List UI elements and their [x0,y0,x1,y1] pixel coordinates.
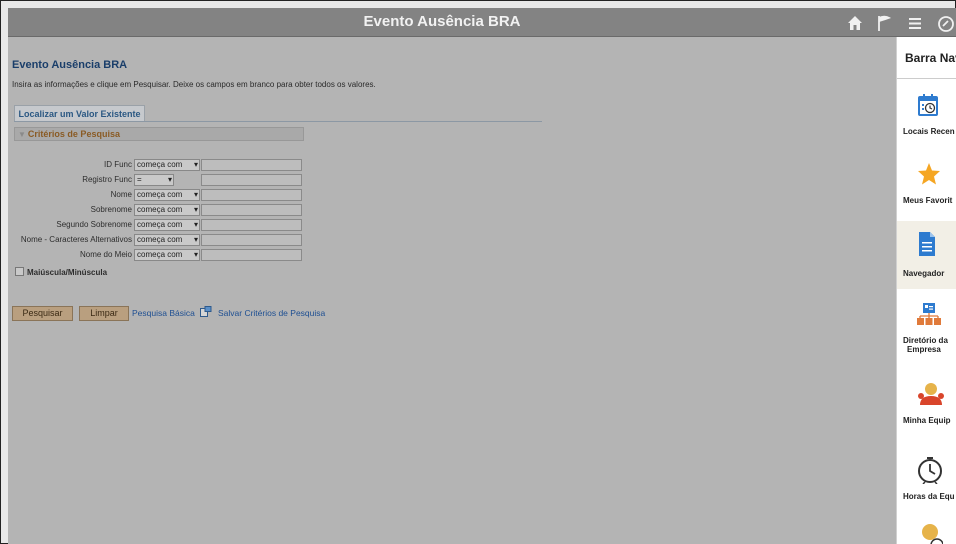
operator-select[interactable]: começa com ▾ [134,249,200,261]
registro-func-input[interactable] [201,174,302,186]
nav-item-navigator[interactable]: Navegador [897,221,956,289]
star-icon [918,163,940,185]
operator-select[interactable]: começa com ▾ [134,159,200,171]
home-icon[interactable] [846,14,864,32]
nav-item-recent-places[interactable]: Locais Recen [897,83,956,151]
search-page: Evento Ausência BRA Insira as informaçõe… [8,37,896,544]
operator-value: começa com [137,190,183,199]
case-sensitive-row: Maiúscula/Minúscula [15,267,107,277]
clear-button[interactable]: Limpar [79,306,129,321]
search-criteria-header[interactable]: ▼ Critérios de Pesquisa [14,127,304,141]
field-label: ID Func [103,160,132,169]
tab-divider [14,121,542,122]
field-row-nome-do-meio: Nome do Meio começa com ▾ [8,249,308,261]
operator-value: começa com [137,250,183,259]
chevron-down-icon: ▾ [193,250,198,259]
nav-label: Navegador [903,269,945,278]
operator-value: começa com [137,205,183,214]
case-sensitive-label: Maiúscula/Minúscula [27,268,108,277]
nome-alternativo-input[interactable] [201,234,302,246]
page-title: Evento Ausência BRA [12,59,128,71]
nav-item-my-team[interactable]: Minha Equip [897,372,956,440]
field-label: Segundo Sobrenome [56,220,132,229]
org-chart-icon [917,303,941,325]
nav-item-favorites[interactable]: Meus Favorit [897,152,956,220]
case-sensitive-checkbox[interactable] [15,267,24,276]
menu-icon[interactable] [906,14,924,32]
operator-value: = [137,175,142,184]
collapse-triangle-icon[interactable]: ▼ [18,130,26,139]
field-label: Nome - Caracteres Alternativos [20,235,132,244]
operator-select[interactable]: começa com ▾ [134,234,200,246]
banner-title: Evento Ausência BRA [363,13,521,30]
document-icon [919,232,935,256]
chevron-down-icon: ▾ [193,160,198,169]
field-label: Registro Func [82,175,132,184]
field-row-sobrenome: Sobrenome começa com ▾ [8,204,308,216]
nav-bar-panel: Barra Nav Locais Recen Meus Favorit Nave… [896,37,956,544]
chevron-down-icon: ▾ [167,175,172,184]
nome-input[interactable] [201,189,302,201]
tab-find-existing-value[interactable]: Localizar um Valor Existente [14,105,145,122]
nome-do-meio-input[interactable] [201,249,302,261]
chevron-down-icon: ▾ [193,235,198,244]
field-row-segundo-sobrenome: Segundo Sobrenome começa com ▾ [8,219,308,231]
segundo-sobrenome-input[interactable] [201,219,302,231]
operator-select[interactable]: = ▾ [134,174,174,186]
header-banner: Evento Ausência BRA [8,8,956,37]
operator-value: começa com [137,220,183,229]
field-label: Sobrenome [90,205,132,214]
field-label: Nome [110,190,132,199]
nav-label: Locais Recen [903,127,955,136]
nav-label: Meus Favorit [903,196,953,205]
field-row-nome-alternativo: Nome - Caracteres Alternativos começa co… [8,234,308,246]
basic-search-link[interactable]: Pesquisa Básica [132,308,195,318]
operator-select[interactable]: começa com ▾ [134,219,200,231]
nav-item-partial[interactable] [897,517,956,544]
operator-value: começa com [137,160,183,169]
field-label: Nome do Meio [79,250,132,259]
nav-label: Minha Equip [903,416,951,425]
search-button[interactable]: Pesquisar [12,306,73,321]
save-criteria-icon[interactable] [200,304,212,317]
navbar-icon[interactable] [936,14,954,32]
operator-select[interactable]: começa com ▾ [134,204,200,216]
sobrenome-input[interactable] [201,204,302,216]
field-row-nome: Nome começa com ▾ [8,189,308,201]
nav-label-line2: Empresa [907,345,941,354]
instructions-text: Insira as informações e clique em Pesqui… [12,80,376,89]
field-row-registro-func: Registro Func = ▾ [8,174,308,186]
nav-label: Diretório da [903,336,948,345]
operator-select[interactable]: começa com ▾ [134,189,200,201]
person-icon [922,524,943,544]
flag-icon[interactable] [876,14,894,32]
id-func-input[interactable] [201,159,302,171]
navbar-title: Barra Nav [905,51,956,65]
field-row-id-func: ID Func começa com ▾ [8,159,308,171]
clock-icon [918,457,942,484]
save-search-criteria-link[interactable]: Salvar Critérios de Pesquisa [218,308,325,318]
team-icon [918,383,944,405]
chevron-down-icon: ▾ [193,205,198,214]
nav-item-team-hours[interactable]: Horas da Equ [897,446,956,514]
nav-item-company-directory[interactable]: Diretório da Empresa [897,292,956,360]
chevron-down-icon: ▾ [193,190,198,199]
section-label: Critérios de Pesquisa [27,129,120,139]
nav-label: Horas da Equ [903,492,955,501]
chevron-down-icon: ▾ [193,220,198,229]
operator-value: começa com [137,235,183,244]
calendar-clock-icon [918,94,938,116]
navbar-divider [897,78,956,79]
